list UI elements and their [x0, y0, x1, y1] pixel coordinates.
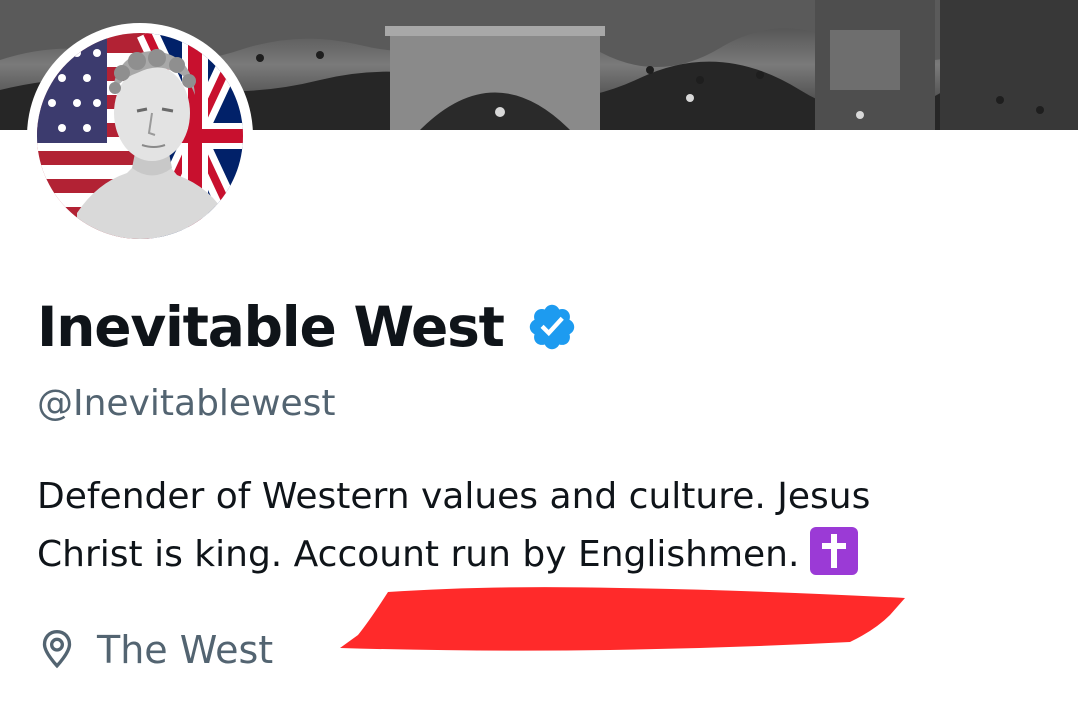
profile-avatar[interactable] [27, 23, 253, 249]
bio-line-1: Defender of Western values and culture. … [37, 476, 871, 517]
profile-bio: Defender of Western values and culture. … [37, 468, 1037, 584]
bio-line-2: Christ is king. Account run by Englishme… [37, 534, 800, 575]
profile-name-row: Inevitable West [37, 291, 578, 363]
display-name: Inevitable West [37, 295, 505, 359]
location-pin-icon [37, 628, 77, 672]
red-scribble-redaction [330, 580, 920, 670]
latin-cross-emoji-icon [809, 526, 859, 576]
bio-line-2-wrap: Christ is king. Account run by Englishme… [37, 526, 1037, 584]
profile-handle: @Inevitablewest [37, 383, 336, 424]
location-text: The West [97, 628, 274, 672]
profile-location: The West [37, 622, 273, 678]
avatar-image [37, 33, 243, 239]
verified-badge-icon[interactable] [526, 301, 578, 353]
